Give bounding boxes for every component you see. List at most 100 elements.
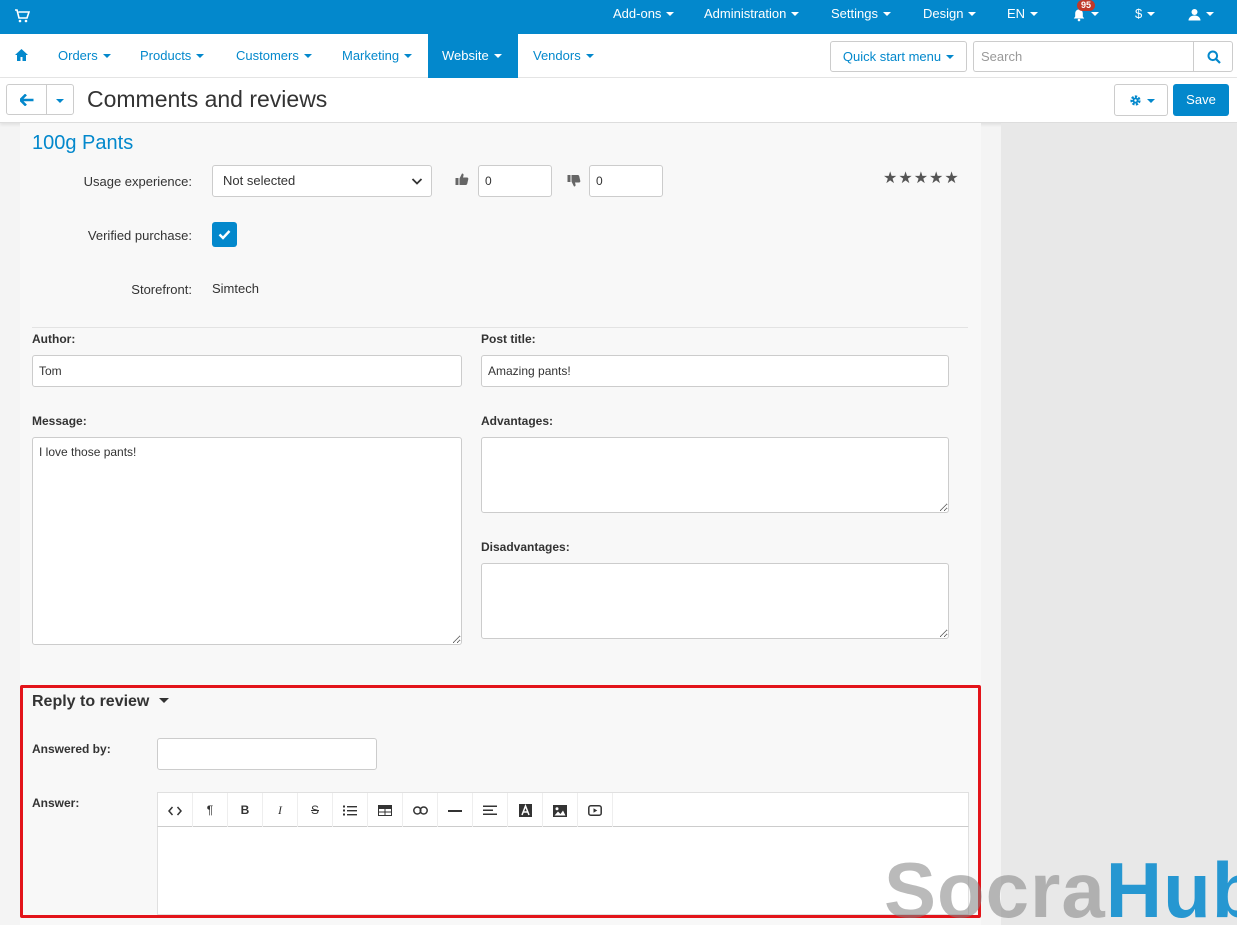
- editor-horizontal-rule-button[interactable]: [438, 793, 473, 827]
- nav-label: Vendors: [533, 48, 581, 63]
- usage-experience-label: Usage experience:: [83, 174, 192, 189]
- search-icon: [1207, 50, 1221, 64]
- editor-font-color-button[interactable]: [508, 793, 543, 827]
- caret-down-icon: [493, 53, 502, 58]
- align-left-icon: [483, 805, 497, 816]
- nav-website[interactable]: Website: [428, 34, 518, 78]
- caret-down-icon: [968, 11, 977, 16]
- editor-paragraph-button[interactable]: ¶: [193, 793, 228, 827]
- quick-start-menu-button[interactable]: Quick start menu: [830, 41, 967, 72]
- reply-section-toggle[interactable]: Reply to review: [32, 693, 170, 711]
- message-textarea[interactable]: I love those pants!: [32, 437, 462, 645]
- menu-label: $: [1135, 6, 1143, 21]
- arrow-left-icon: [20, 94, 34, 106]
- dislikes-input[interactable]: [589, 165, 663, 197]
- menu-design[interactable]: Design: [923, 0, 977, 34]
- back-dropdown-button[interactable]: [46, 84, 74, 115]
- editor-table-button[interactable]: [368, 793, 403, 827]
- answer-label: Answer:: [32, 796, 80, 810]
- top-bar: Add-ons Administration Settings Design E…: [0, 0, 1237, 34]
- storefront-label: Storefront:: [131, 282, 192, 297]
- answer-editor[interactable]: [157, 827, 969, 915]
- editor-toolbar: ¶ B I S: [157, 792, 969, 827]
- title-bar: Comments and reviews Save: [0, 78, 1237, 123]
- currency-menu[interactable]: $: [1135, 0, 1156, 34]
- author-label: Author:: [32, 332, 76, 346]
- back-button[interactable]: [6, 84, 47, 115]
- italic-icon: I: [278, 803, 282, 817]
- menu-addons[interactable]: Add-ons: [613, 0, 675, 34]
- code-icon: [168, 806, 182, 816]
- menu-label: EN: [1007, 6, 1026, 21]
- home-icon[interactable]: [14, 48, 29, 62]
- caret-down-icon: [102, 53, 111, 58]
- editor-italic-button[interactable]: I: [263, 793, 298, 827]
- nav-label: Orders: [58, 48, 98, 63]
- menu-label: Settings: [831, 6, 878, 21]
- message-label: Message:: [32, 414, 87, 428]
- answered-by-input[interactable]: [157, 738, 377, 770]
- list-icon: [343, 805, 357, 816]
- nav-label: Customers: [236, 48, 299, 63]
- usage-experience-value: Not selected: [223, 173, 296, 188]
- menu-language[interactable]: EN: [1007, 0, 1039, 34]
- caret-down-icon: [303, 53, 312, 58]
- editor-link-button[interactable]: [403, 793, 438, 827]
- editor-align-button[interactable]: [473, 793, 508, 827]
- cart-icon[interactable]: [14, 8, 30, 24]
- menu-settings[interactable]: Settings: [831, 0, 891, 34]
- nav-products[interactable]: Products: [140, 34, 205, 78]
- link-icon: [412, 806, 428, 816]
- watermark-part-2: Hub: [1105, 846, 1237, 925]
- thumbs-up-icon: [455, 173, 469, 185]
- settings-dropdown-button[interactable]: [1114, 84, 1168, 116]
- paragraph-icon: ¶: [206, 803, 214, 817]
- rating-stars[interactable]: ★★★★★: [883, 168, 960, 188]
- menu-label: Administration: [704, 6, 787, 21]
- section-divider: [32, 327, 968, 328]
- storefront-value: Simtech: [212, 281, 259, 296]
- author-input[interactable]: [32, 355, 462, 387]
- caret-down-icon: [1147, 99, 1155, 103]
- editor-list-button[interactable]: [333, 793, 368, 827]
- nav-customers[interactable]: Customers: [236, 34, 312, 78]
- editor-strikethrough-button[interactable]: S: [298, 793, 333, 827]
- caret-down-icon: [1030, 11, 1039, 16]
- menu-administration[interactable]: Administration: [704, 0, 800, 34]
- caret-down-icon: [666, 11, 675, 16]
- search-input[interactable]: [973, 41, 1194, 72]
- caret-down-icon: [882, 11, 891, 16]
- nav-vendors[interactable]: Vendors: [533, 34, 594, 78]
- answered-by-label: Answered by:: [32, 742, 111, 756]
- user-menu[interactable]: [1188, 0, 1214, 34]
- checkmark-icon: [218, 230, 231, 240]
- horizontal-rule-icon: [448, 809, 462, 812]
- editor-code-view-button[interactable]: [158, 793, 193, 827]
- verified-purchase-checkbox[interactable]: [212, 222, 237, 247]
- user-icon: [1188, 9, 1201, 21]
- caret-down-icon: [946, 54, 955, 59]
- product-title-link[interactable]: 100g Pants: [32, 132, 133, 155]
- menu-label: Add-ons: [613, 6, 662, 21]
- advantages-label: Advantages:: [481, 414, 554, 428]
- caret-down-icon: [1091, 11, 1099, 16]
- likes-input[interactable]: [478, 165, 552, 197]
- socrahub-watermark: SocraHub: [884, 845, 1237, 925]
- strikethrough-icon: S: [310, 803, 319, 817]
- advantages-textarea[interactable]: [481, 437, 949, 513]
- caret-down-icon: [56, 99, 64, 103]
- editor-video-button[interactable]: [578, 793, 613, 827]
- search-button[interactable]: [1193, 41, 1233, 72]
- caret-down-icon: [159, 698, 170, 704]
- save-button[interactable]: Save: [1173, 84, 1229, 116]
- reply-title: Reply to review: [32, 693, 150, 710]
- editor-bold-button[interactable]: B: [228, 793, 263, 827]
- nav-marketing[interactable]: Marketing: [342, 34, 413, 78]
- image-icon: [553, 804, 567, 817]
- editor-image-button[interactable]: [543, 793, 578, 827]
- disadvantages-textarea[interactable]: [481, 563, 949, 639]
- post-title-input[interactable]: [481, 355, 949, 387]
- nav-orders[interactable]: Orders: [58, 34, 111, 78]
- usage-experience-select[interactable]: Not selected: [212, 165, 432, 197]
- caret-down-icon: [1206, 11, 1214, 16]
